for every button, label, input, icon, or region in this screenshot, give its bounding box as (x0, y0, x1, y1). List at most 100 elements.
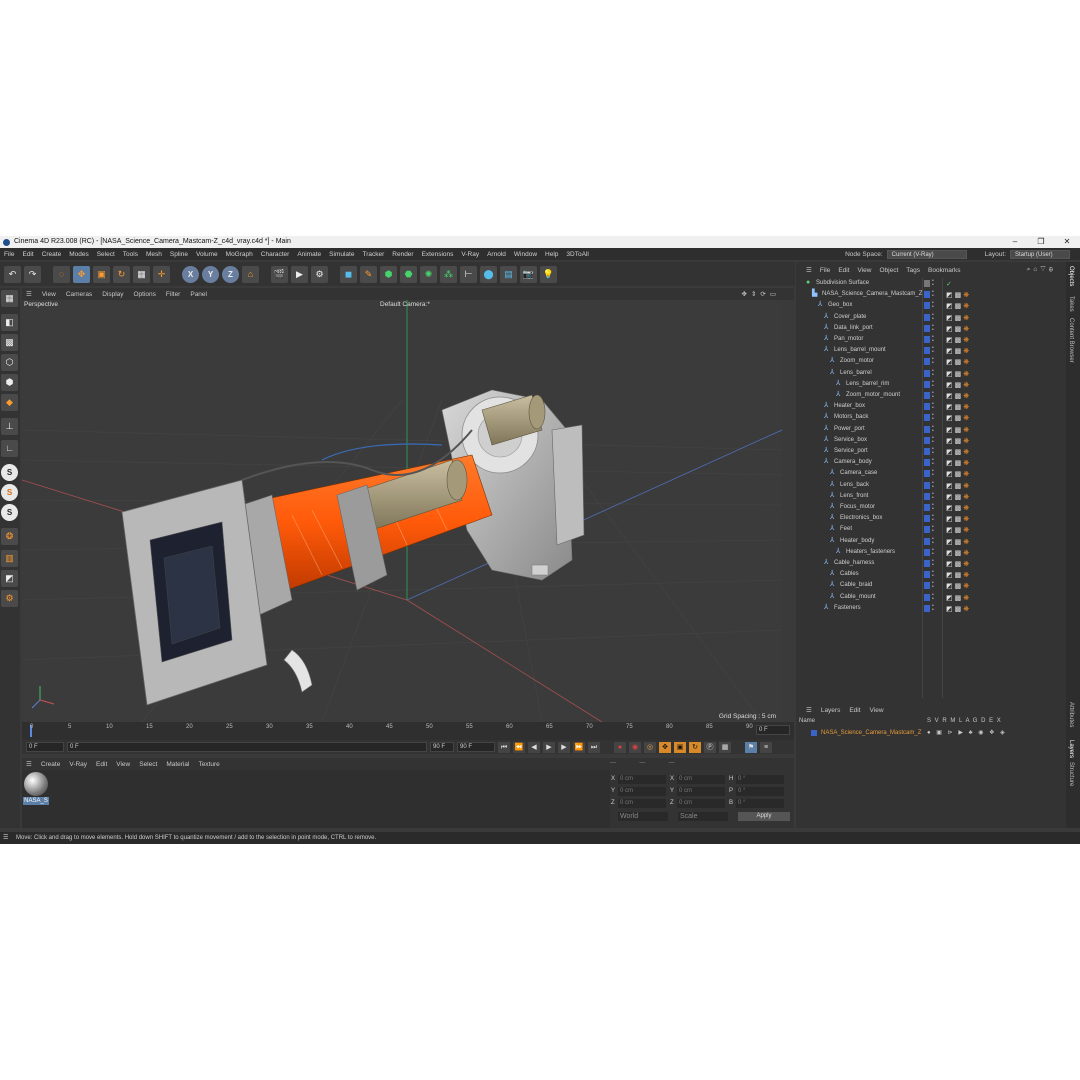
tab-takes[interactable]: Takes (1068, 296, 1074, 312)
object-menu-bookmarks[interactable]: Bookmarks (928, 267, 961, 274)
object-row[interactable]: ⅄ Cable_harness • • ◩▩❋ (796, 558, 1066, 569)
object-name[interactable]: Power_port (834, 424, 865, 435)
object-row[interactable]: ⅄ Pan_motor • • ◩▩❋ (796, 334, 1066, 345)
object-row[interactable]: ⅄ Heater_box • • ◩▩❋ (796, 401, 1066, 412)
object-name[interactable]: Fasteners (834, 603, 861, 614)
layer-color-chip[interactable] (924, 582, 930, 590)
object-row[interactable]: ⅄ Focus_motor • • ◩▩❋ (796, 502, 1066, 513)
material-thumbnail[interactable] (24, 772, 48, 796)
layer-menu-view[interactable]: View (870, 707, 884, 714)
object-row[interactable]: ⅄ Lens_front • • ◩▩❋ (796, 491, 1066, 502)
layer-color-chip[interactable] (924, 392, 930, 399)
redo-icon[interactable]: ↷ (24, 265, 41, 283)
object-row[interactable]: ⅄ Heaters_fasteners • • ◩▩❋ (796, 547, 1066, 558)
position-z-field[interactable]: 0 cm (618, 798, 666, 808)
object-name[interactable]: Subdivision Surface (816, 278, 869, 289)
viewport-menu-filter[interactable]: Filter (166, 291, 180, 298)
visibility-toggle-icon[interactable]: • • (932, 570, 936, 579)
layer-name[interactable]: NASA_Science_Camera_Mastcam_Z (821, 728, 921, 738)
visibility-toggle-icon[interactable]: • • (932, 469, 936, 478)
menu-volume[interactable]: Volume (196, 251, 218, 258)
tab-structure[interactable]: Structure (1068, 762, 1074, 786)
object-name[interactable]: Electronics_box (840, 513, 882, 524)
key-rotation-icon[interactable]: ↻ (689, 741, 701, 753)
node-space-dropdown[interactable]: Current (V-Ray) (886, 249, 967, 259)
viewport-menu-icon[interactable]: ☰ (26, 290, 32, 298)
layer-color-chip[interactable] (924, 537, 930, 545)
menu-3dtoall[interactable]: 3DToAll (566, 251, 588, 258)
field-icon[interactable]: ✺ (420, 265, 437, 283)
rotation-p-field[interactable]: 0 ° (736, 786, 784, 796)
play-icon[interactable]: ▶ (543, 741, 555, 753)
visibility-toggle-icon[interactable]: • • (932, 480, 936, 490)
object-name[interactable]: Zoom_motor_mount (846, 390, 900, 401)
layer-color-chip[interactable] (924, 347, 930, 355)
layer-color-chip[interactable] (924, 403, 930, 411)
object-name[interactable]: Heater_body (840, 536, 874, 547)
object-name[interactable]: Focus_motor (840, 502, 875, 513)
object-row[interactable]: ⅄ Lens_barrel_mount • • ◩▩❋ (796, 345, 1066, 356)
close-button[interactable]: ✕ (1054, 236, 1080, 248)
object-name[interactable]: Feet (840, 524, 852, 535)
visibility-toggle-icon[interactable]: • • (932, 413, 936, 422)
visibility-toggle-icon[interactable]: • • (932, 424, 936, 434)
key-position-icon[interactable]: ✥ (659, 741, 671, 753)
visibility-toggle-icon[interactable]: • • (932, 402, 936, 411)
layer-row[interactable]: NASA_Science_Camera_Mastcam_Z ● ▣ ⊳ ▶ ♣ … (799, 728, 1063, 738)
environment-icon[interactable]: ⬤ (480, 265, 497, 283)
selection-tool-icon[interactable]: ◌ (53, 265, 70, 283)
object-name[interactable]: Service_port (834, 446, 868, 457)
mograph-icon[interactable]: ⁂ (440, 265, 457, 283)
object-row[interactable]: ⅄ Lens_back • • ◩▩❋ (796, 480, 1066, 491)
visibility-toggle-icon[interactable]: • • (932, 503, 936, 512)
solo-icon[interactable]: ▥ (1, 550, 18, 567)
visibility-toggle-icon[interactable]: • • (932, 491, 936, 501)
viewport-nav-icons[interactable]: ✥⇕⟳▭ (742, 290, 780, 298)
apply-button[interactable]: Apply (738, 812, 790, 821)
layer-color-chip[interactable] (924, 280, 930, 287)
visibility-toggle-icon[interactable]: • • (932, 279, 936, 288)
render-view-icon[interactable]: 🎬 (271, 265, 288, 283)
object-row[interactable]: ● Subdivision Surface • • ✓ (796, 278, 1066, 289)
menu-simulate[interactable]: Simulate (329, 251, 354, 258)
material-menu-create[interactable]: Create (41, 761, 61, 768)
object-name[interactable]: Cable_harness (834, 558, 874, 569)
menu-character[interactable]: Character (261, 251, 290, 258)
viewport-menu-cameras[interactable]: Cameras (66, 291, 92, 298)
layer-color-chip[interactable] (924, 560, 930, 567)
vray-icon[interactable]: ⚙ (1, 590, 18, 607)
object-row[interactable]: ⅄ Feet • • ◩▩❋ (796, 524, 1066, 535)
mastcam-model[interactable] (121, 389, 585, 706)
object-name[interactable]: Heater_box (834, 401, 865, 412)
visibility-toggle-icon[interactable]: • • (932, 514, 936, 523)
menu-render[interactable]: Render (392, 251, 413, 258)
layer-color-chip[interactable] (924, 571, 930, 579)
scale-tool-icon[interactable]: ▣ (93, 265, 110, 283)
timeline-menu-icon[interactable]: ≡ (760, 741, 772, 753)
timeline-mode-icon[interactable]: ⚑ (745, 741, 757, 753)
subdivision-icon[interactable]: ⬢ (380, 265, 397, 283)
layer-color-chip[interactable] (924, 358, 930, 366)
object-row[interactable]: ⅄ Camera_body • • ◩▩❋ (796, 457, 1066, 468)
snap-icon[interactable]: S (1, 464, 18, 481)
layer-color-chip[interactable] (924, 593, 930, 601)
timeline-ruler[interactable]: 0 5 10 15 20 25 30 35 40 45 50 55 60 65 … (22, 722, 794, 740)
layer-flag-icons[interactable]: ● ▣ ⊳ ▶ ♣ ◉ ❖ ◈ (927, 728, 1007, 738)
object-name[interactable]: Lens_barrel (840, 368, 872, 379)
goto-end-icon[interactable]: ⏭ (588, 741, 600, 753)
menu-arnold[interactable]: Arnold (487, 251, 506, 258)
visibility-toggle-icon[interactable]: • • (932, 525, 936, 534)
visibility-toggle-icon[interactable]: • • (932, 458, 936, 467)
object-name[interactable]: Camera_case (840, 468, 877, 479)
layer-menu-layers[interactable]: Layers (821, 707, 841, 714)
object-row[interactable]: ⅄ Cable_braid • • ◩▩❋ (796, 580, 1066, 591)
texture-mode-icon[interactable]: ▩ (1, 334, 18, 351)
render-picture-viewer-icon[interactable]: ▶ (291, 265, 308, 283)
menu-vray[interactable]: V-Ray (461, 251, 479, 258)
visibility-toggle-icon[interactable]: • • (932, 301, 936, 310)
move-tool-icon[interactable]: ✥ (73, 265, 90, 283)
menu-extensions[interactable]: Extensions (422, 251, 454, 258)
record-icon[interactable]: ● (614, 741, 626, 753)
prev-frame-icon[interactable]: ◀ (528, 741, 540, 753)
recent-tools-icon[interactable]: ▦ (133, 265, 150, 283)
